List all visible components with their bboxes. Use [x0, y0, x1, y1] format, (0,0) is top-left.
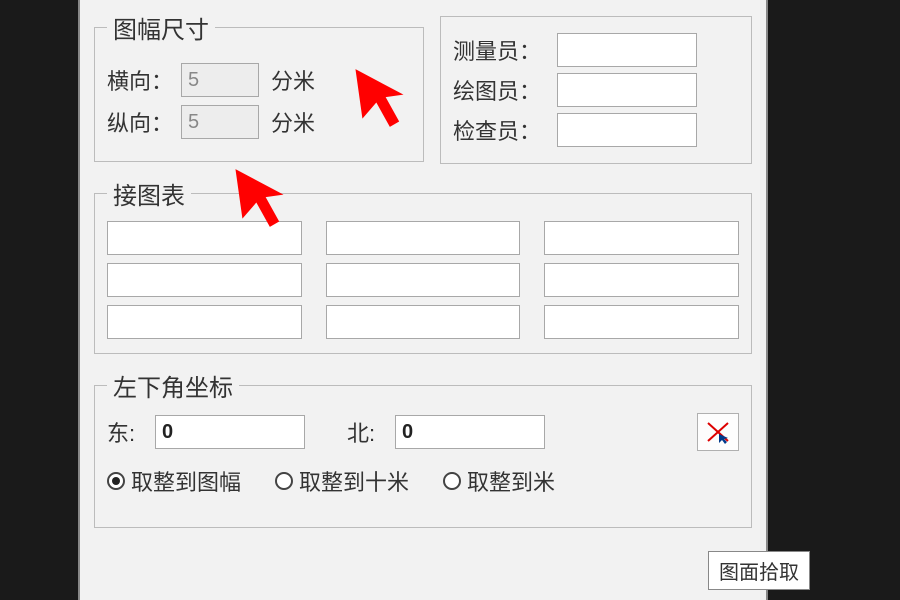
inspector-input[interactable]	[557, 113, 697, 147]
size-group-legend: 图幅尺寸	[107, 10, 215, 45]
radio-label: 取整到米	[467, 465, 555, 497]
radio-dot-icon	[443, 472, 461, 490]
adjacency-group: 接图表	[94, 176, 752, 354]
adjacency-cell[interactable]	[544, 221, 739, 255]
radio-round-to-1m[interactable]: 取整到米	[443, 465, 555, 497]
surveyor-label: 测量员：	[453, 34, 557, 66]
horizontal-unit: 分米	[271, 64, 315, 96]
east-label: 东:	[107, 416, 147, 448]
adjacency-cell[interactable]	[107, 305, 302, 339]
surveyor-input[interactable]	[557, 33, 697, 67]
horizontal-input[interactable]	[181, 63, 259, 97]
drafter-input[interactable]	[557, 73, 697, 107]
adjacency-cell[interactable]	[107, 221, 302, 255]
north-input[interactable]	[395, 415, 545, 449]
radio-round-to-10m[interactable]: 取整到十米	[275, 465, 409, 497]
adjacency-cell[interactable]	[544, 305, 739, 339]
pick-point-icon	[705, 420, 731, 444]
vertical-label: 纵向：	[107, 106, 181, 138]
radio-dot-icon	[275, 472, 293, 490]
adjacency-cell[interactable]	[544, 263, 739, 297]
vertical-unit: 分米	[271, 106, 315, 138]
radio-label: 取整到图幅	[131, 465, 241, 497]
east-input[interactable]	[155, 415, 305, 449]
horizontal-label: 横向：	[107, 64, 181, 96]
radio-round-to-sheet[interactable]: 取整到图幅	[107, 465, 241, 497]
drafter-label: 绘图员：	[453, 74, 557, 106]
persons-group: 测量员： 绘图员： 检查员：	[440, 16, 752, 164]
radio-label: 取整到十米	[299, 465, 409, 497]
size-group: 图幅尺寸 横向： 分米 纵向： 分米	[94, 10, 424, 162]
adjacency-cell[interactable]	[107, 263, 302, 297]
north-label: 北:	[347, 416, 387, 448]
adjacency-cell[interactable]	[326, 221, 521, 255]
adjacency-cell[interactable]	[326, 305, 521, 339]
adjacency-legend: 接图表	[107, 176, 191, 211]
radio-dot-icon	[107, 472, 125, 490]
corner-legend: 左下角坐标	[107, 368, 239, 403]
rounding-radios: 取整到图幅 取整到十米 取整到米	[107, 465, 739, 497]
pick-point-button[interactable]	[697, 413, 739, 451]
adjacency-cell[interactable]	[326, 263, 521, 297]
corner-group: 左下角坐标 东: 北: 取整到图幅 取整到十米	[94, 368, 752, 528]
inspector-label: 检查员：	[453, 114, 557, 146]
tooltip: 图面拾取	[708, 551, 810, 590]
vertical-input[interactable]	[181, 105, 259, 139]
